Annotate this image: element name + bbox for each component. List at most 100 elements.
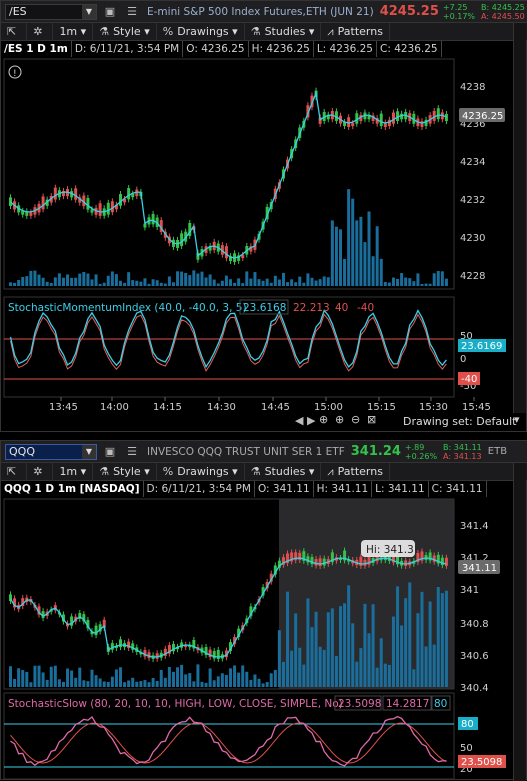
qqq-volume-bar xyxy=(135,681,139,687)
crosshair-icon[interactable]: ⊕ xyxy=(319,413,328,426)
qqq-right-strip[interactable] xyxy=(513,463,526,781)
qqq-candle-body xyxy=(444,557,448,566)
qqq-volume-bar xyxy=(82,680,86,687)
qqq-volume-bar xyxy=(436,586,440,687)
study-v3: 40 xyxy=(335,302,348,314)
es-candle-body xyxy=(86,197,90,210)
es-volume-bar xyxy=(273,275,277,286)
es-volume-bar xyxy=(396,278,400,286)
es-volume-bar xyxy=(351,198,355,286)
stoch-v1: 23.5098 xyxy=(338,698,381,710)
es-right-strip[interactable] xyxy=(513,23,526,413)
qqq-volume-bar xyxy=(400,625,404,687)
es-volume-bar xyxy=(444,278,448,286)
time-tick-label: 15:00 xyxy=(314,402,343,413)
qqq-volume-bar xyxy=(176,667,180,687)
es-volume-bar xyxy=(387,282,391,286)
es-volume-bar xyxy=(420,283,424,286)
es-candle-body xyxy=(151,213,155,225)
qqq-volume-bar xyxy=(119,667,122,687)
hi-label: Hi: 341.3 xyxy=(366,544,414,556)
qqq-volume-bar xyxy=(428,601,432,687)
es-price-chart[interactable]: ! 423842364234423242304228 4236.25 Stoch… xyxy=(1,1,527,413)
study-name: StochasticMomentumIndex (40.0, -40.0, 3,… xyxy=(8,302,247,314)
es-volume-bar xyxy=(367,211,371,286)
price-plot-frame xyxy=(3,58,455,290)
es-volume-bar xyxy=(290,279,294,286)
qqq-volume-bar xyxy=(363,603,367,687)
qqq-volume-bar xyxy=(37,665,41,687)
es-volume-bar xyxy=(90,279,94,286)
qqq-volume-bar xyxy=(102,681,106,687)
qqq-volume-bar xyxy=(180,664,184,687)
zoom-out-icon[interactable]: ⊖ xyxy=(351,413,360,426)
es-candle-body xyxy=(444,113,448,122)
qqq-volume-bar xyxy=(127,680,131,687)
es-bottom-bar: ◀ ▶ ⊕ ⊕ ⊖ ⊠ Drawing set: Default ▾ xyxy=(1,413,527,431)
qqq-volume-bar xyxy=(306,598,310,687)
qqq-volume-bar xyxy=(229,668,232,687)
es-volume-bar xyxy=(363,242,367,286)
qqq-volume-bar xyxy=(224,674,228,687)
es-candle-body xyxy=(74,188,78,200)
es-volume-bar xyxy=(440,271,444,286)
es-volume-bar xyxy=(322,276,326,286)
stoch-badge-text: 23.5098 xyxy=(461,757,502,768)
qqq-volume-bar xyxy=(139,681,143,687)
es-volume-bar xyxy=(216,283,220,286)
smi-signal-line xyxy=(10,313,447,372)
qqq-volume-bar xyxy=(147,682,151,687)
qqq-volume-bar xyxy=(17,668,21,687)
qqq-volume-bar xyxy=(41,672,45,687)
qqq-volume-bar xyxy=(163,677,167,687)
es-candle-body xyxy=(391,112,395,124)
qqq-volume-bar xyxy=(290,650,294,687)
es-volume-bar xyxy=(330,220,334,286)
es-volume-bar xyxy=(94,274,98,286)
es-volume-bar xyxy=(180,271,184,286)
qqq-volume-bar xyxy=(123,682,127,687)
es-volume-bar xyxy=(188,275,192,286)
es-volume-bar xyxy=(21,277,25,286)
es-volume-bar xyxy=(82,271,86,286)
qqq-volume-bar xyxy=(343,603,347,687)
qqq-volume-bar xyxy=(339,606,342,687)
es-volume-bar xyxy=(355,220,359,286)
qqq-volume-bar xyxy=(310,627,314,687)
time-tick-label: 15:30 xyxy=(419,402,448,413)
es-volume-bar xyxy=(163,283,167,286)
es-volume-bar xyxy=(424,283,428,286)
es-volume-bar xyxy=(41,277,45,286)
es-volume-bar xyxy=(98,283,102,286)
zoom-in-icon[interactable]: ⊕ xyxy=(335,413,344,426)
qqq-volume-bar xyxy=(204,682,208,687)
qqq-volume-bar xyxy=(106,681,110,687)
es-volume-bar xyxy=(167,276,171,286)
es-candle-body xyxy=(180,233,184,247)
expand-icon[interactable]: ▾ xyxy=(514,413,520,426)
es-volume-bar xyxy=(204,277,208,286)
qqq-chart-panel: QQQ ▼ ▣ ☰ INVESCO QQQ TRUST UNIT SER 1 ET… xyxy=(0,440,527,781)
es-price-badge-text: 4236.25 xyxy=(462,111,503,122)
stoch-tick-50: 50 xyxy=(460,743,473,754)
qqq-volume-bar xyxy=(45,679,49,687)
qqq-volume-bar xyxy=(277,630,281,687)
qqq-volume-bar xyxy=(326,612,330,687)
es-volume-bar xyxy=(13,282,17,286)
es-volume-bar xyxy=(119,280,122,286)
qqq-price-chart[interactable]: 341.4341.2341340.8340.6340.4 Hi: 341.3 3… xyxy=(1,441,527,781)
es-price-tick: 4238 xyxy=(460,82,485,93)
study-v1: 23.6168 xyxy=(243,302,286,314)
scroll-left-icon[interactable]: ◀ xyxy=(295,414,303,427)
drawing-set-label[interactable]: Drawing set: Default xyxy=(403,415,516,428)
qqq-volume-bar xyxy=(314,611,318,687)
qqq-volume-bar xyxy=(281,661,285,687)
scroll-right-icon[interactable]: ▶ xyxy=(307,414,315,427)
qqq-candle-body xyxy=(322,558,326,566)
time-tick-label: 15:45 xyxy=(462,402,491,413)
qqq-volume-bar xyxy=(294,613,298,687)
zoom-fit-icon[interactable]: ⊠ xyxy=(367,413,376,426)
qqq-volume-bar xyxy=(351,623,355,687)
es-volume-bar xyxy=(294,282,298,286)
qqq-price-tick: 340.6 xyxy=(460,651,489,662)
